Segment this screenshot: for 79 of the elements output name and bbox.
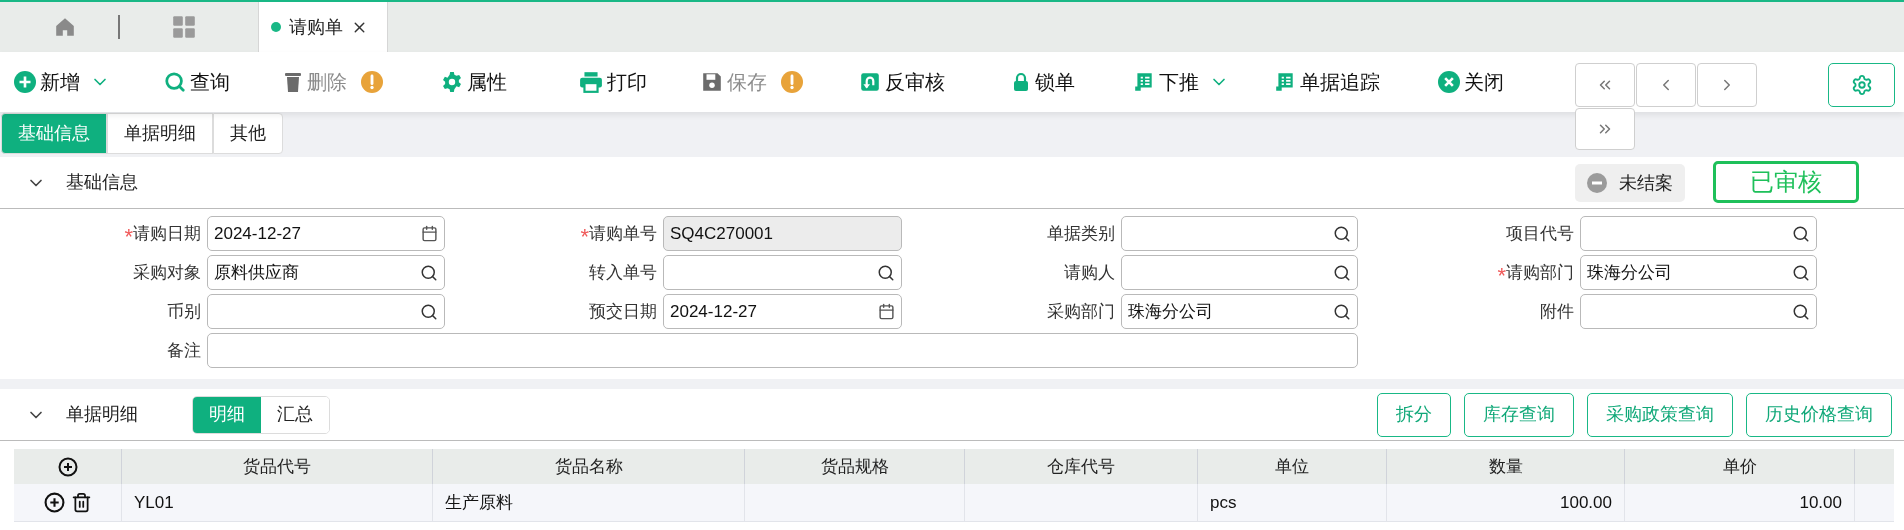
input-field[interactable] [1121, 255, 1358, 290]
toolbar-button[interactable]: 单据追踪 [1274, 67, 1380, 97]
field-label: 预交日期 [589, 300, 657, 323]
toolbar-button[interactable]: 查询 [164, 67, 230, 97]
input-field[interactable]: 2024-12-27 [663, 294, 902, 329]
field-label: 备注 [167, 339, 201, 362]
section-title: 单据明细 [66, 403, 138, 426]
minus-icon [1587, 173, 1607, 193]
toolbar-button[interactable]: 锁单 [1011, 67, 1075, 97]
document-tab[interactable]: 请购单 [258, 2, 388, 52]
field-label: 请购人 [1064, 261, 1115, 284]
toolbar-button[interactable]: 新增 [14, 67, 80, 97]
toolbar-button[interactable]: 下推 [1133, 67, 1199, 97]
required-mark: * [124, 225, 133, 248]
input-field[interactable] [663, 255, 902, 290]
toolbar-button[interactable]: 打印 [579, 67, 647, 97]
search-icon [164, 71, 186, 93]
field-label: 币别 [167, 300, 201, 323]
home-icon[interactable] [54, 16, 76, 38]
delete-icon[interactable] [70, 492, 92, 513]
add-row-icon[interactable] [43, 492, 65, 513]
calendar-icon[interactable] [421, 225, 438, 242]
field-label: 附件 [1540, 300, 1574, 323]
table-cell: pcs [1198, 484, 1387, 521]
section-tab[interactable]: 其他 [213, 113, 283, 154]
field-label: 采购对象 [133, 261, 201, 284]
field-label: 请购日期 [133, 222, 201, 245]
input-field[interactable] [207, 294, 445, 329]
input-field[interactable]: 珠海分公司 [1121, 294, 1358, 329]
trash-icon [283, 71, 303, 93]
calendar-icon[interactable] [878, 303, 895, 320]
field-label: 请购部门 [1506, 261, 1574, 284]
plus-icon [14, 71, 36, 93]
table-cell: 10.00 [1625, 484, 1855, 521]
search-icon[interactable] [1792, 263, 1810, 282]
table-cell: YL01 [122, 484, 433, 521]
printer-icon [579, 71, 603, 93]
close-icon [1438, 71, 1460, 93]
required-mark: * [580, 225, 589, 248]
input-field[interactable] [1121, 216, 1358, 251]
field-label: 单据类别 [1047, 222, 1115, 245]
search-icon[interactable] [1333, 224, 1351, 243]
input-field[interactable] [1580, 294, 1817, 329]
field-label: 转入单号 [589, 261, 657, 284]
search-icon[interactable] [877, 263, 895, 282]
input-field[interactable] [207, 333, 1358, 368]
status-badge: 未结案 [1575, 164, 1685, 202]
field-label: 采购部门 [1047, 300, 1115, 323]
section-tab[interactable]: 单据明细 [107, 113, 213, 154]
field-label: 项目代号 [1506, 222, 1574, 245]
section-title: 基础信息 [66, 171, 138, 194]
table-cell: 100.00 [1387, 484, 1625, 521]
input-field[interactable]: 2024-12-27 [207, 216, 445, 251]
settings-icon [1850, 74, 1873, 96]
search-icon[interactable] [1333, 302, 1351, 321]
search-icon[interactable] [420, 302, 438, 321]
toolbar-button[interactable]: 反审核 [859, 67, 945, 97]
settings-button[interactable] [1828, 63, 1895, 107]
search-icon[interactable] [1792, 302, 1810, 321]
toolbar-button[interactable]: 关闭 [1438, 67, 1504, 97]
lock-icon [1011, 71, 1031, 93]
field-label: 请购单号 [589, 222, 657, 245]
input-field[interactable]: 原料供应商 [207, 255, 445, 290]
document-icon [1133, 71, 1155, 93]
document-icon [1274, 71, 1296, 93]
save-icon [701, 71, 723, 93]
search-icon[interactable] [420, 263, 438, 282]
search-icon[interactable] [1792, 224, 1810, 243]
search-icon[interactable] [1333, 263, 1351, 282]
input-field[interactable] [1580, 216, 1817, 251]
undo-icon [859, 71, 881, 93]
required-mark: * [1497, 264, 1506, 287]
input-field[interactable]: SQ4C270001 [663, 216, 902, 251]
toolbar-button[interactable]: 属性 [441, 67, 507, 97]
input-field[interactable]: 珠海分公司 [1580, 255, 1817, 290]
add-row-icon[interactable] [57, 456, 78, 477]
approval-stamp: 已审核 [1713, 161, 1859, 203]
table-cell: 生产原料 [433, 484, 745, 521]
gear-icon [441, 71, 463, 93]
